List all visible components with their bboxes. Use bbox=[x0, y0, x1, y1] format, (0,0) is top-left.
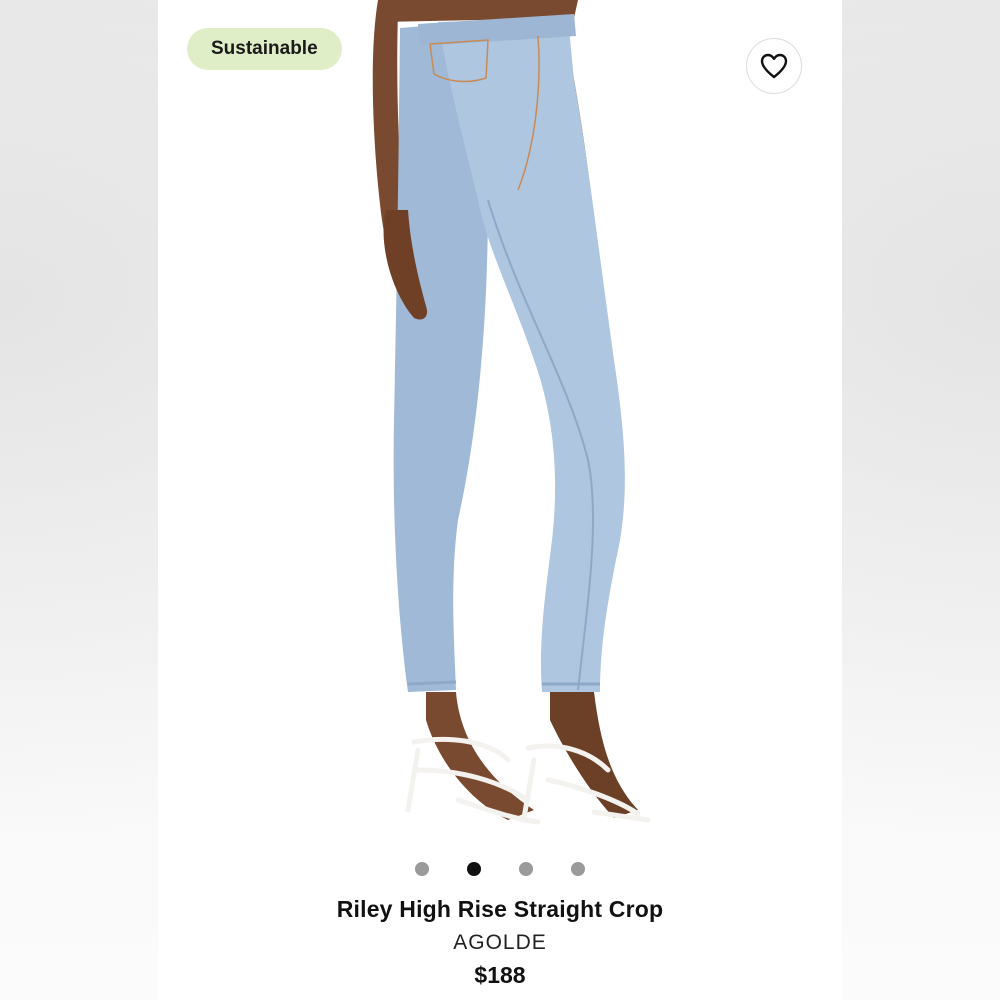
sustainable-badge: Sustainable bbox=[187, 28, 342, 70]
gallery-dot-4[interactable] bbox=[571, 862, 585, 876]
gallery-pagination bbox=[158, 862, 842, 878]
product-price: $188 bbox=[474, 962, 526, 988]
jeans-hem-left bbox=[407, 680, 457, 686]
favorite-button[interactable] bbox=[746, 38, 802, 94]
product-image[interactable] bbox=[338, 0, 678, 840]
model-foot-right bbox=[550, 692, 638, 818]
gallery-dot-1[interactable] bbox=[415, 862, 429, 876]
product-title[interactable]: Riley High Rise Straight Crop bbox=[158, 896, 842, 923]
gallery-dot-2-active[interactable] bbox=[467, 862, 481, 876]
product-brand[interactable]: AGOLDE bbox=[158, 931, 842, 955]
gallery-dot-3[interactable] bbox=[519, 862, 533, 876]
model-foot-left bbox=[426, 692, 534, 820]
product-card[interactable]: Sustainable Riley High Rise Straight Cro… bbox=[158, 0, 842, 1000]
heart-outline-icon bbox=[760, 53, 788, 79]
